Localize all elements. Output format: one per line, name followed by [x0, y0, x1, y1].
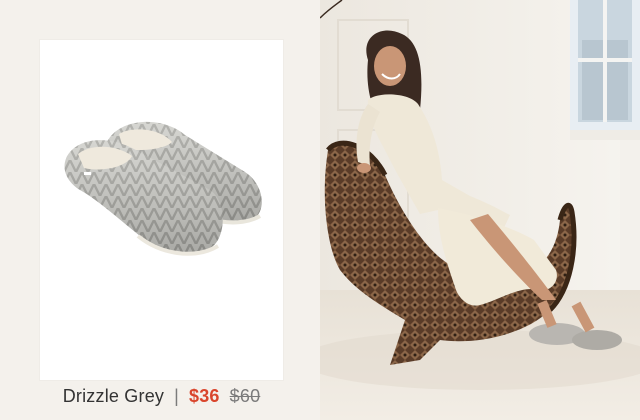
product-image[interactable]: [40, 40, 283, 320]
lifestyle-photo[interactable]: [320, 0, 640, 420]
product-panel: Drizzle Grey | $36 $60: [0, 0, 320, 420]
logo-tag: [84, 172, 91, 175]
right-shoe: [572, 330, 622, 350]
lifestyle-illustration: [320, 0, 640, 420]
price-row: Drizzle Grey | $36 $60: [40, 386, 283, 407]
sale-price: $36: [189, 386, 220, 406]
product-card[interactable]: Drizzle Grey | $36 $60: [40, 40, 283, 406]
promo-page: Drizzle Grey | $36 $60: [0, 0, 640, 420]
price-separator: |: [174, 386, 180, 406]
original-price: $60: [229, 386, 261, 406]
product-name[interactable]: Drizzle Grey: [63, 386, 164, 407]
